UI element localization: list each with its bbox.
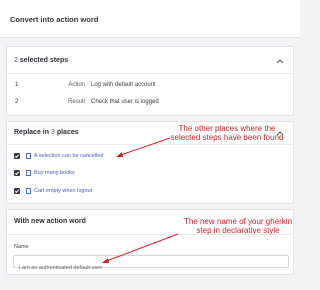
step-row[interactable]: 2 Result Check that user is logged xyxy=(7,99,293,109)
action-word-title: With new action word xyxy=(14,218,86,225)
step-row[interactable]: 1 Action Log with default account xyxy=(7,82,293,92)
selected-steps-panel: 2 selected steps 1 Action Log with defau… xyxy=(6,46,294,116)
name-input[interactable] xyxy=(14,262,288,274)
panel-divider xyxy=(7,144,293,145)
place-checkbox[interactable] xyxy=(14,188,20,194)
document-icon xyxy=(26,169,31,176)
step-index: 1 xyxy=(15,82,19,88)
selected-steps-count: 2 xyxy=(14,57,18,64)
replace-places-title-prefix: Replace in xyxy=(14,129,50,136)
place-link[interactable]: Cart empty when logout xyxy=(34,188,92,194)
place-item: Cart empty when logout xyxy=(7,187,293,197)
place-checkbox[interactable] xyxy=(14,153,20,159)
step-text: Log with default account xyxy=(91,82,156,88)
step-index: 2 xyxy=(15,99,19,105)
document-icon xyxy=(26,187,31,194)
replace-places-title: Replace in 3 places xyxy=(14,129,79,136)
dialog-header: Convert into action word xyxy=(0,0,300,38)
place-link[interactable]: Buy many books xyxy=(34,170,75,176)
document-icon xyxy=(26,152,31,159)
chevron-up-icon[interactable] xyxy=(276,58,284,64)
replace-places-title-suffix: places xyxy=(56,129,79,136)
place-item: Buy many books xyxy=(7,169,293,179)
step-text: Check that user is logged xyxy=(91,99,159,105)
place-link[interactable]: A selection can be cancelled xyxy=(34,153,103,159)
name-field-label: Name xyxy=(14,244,29,250)
name-field[interactable] xyxy=(13,255,289,274)
dialog-title: Convert into action word xyxy=(10,15,99,24)
selected-steps-title-label: selected steps xyxy=(19,57,69,64)
place-checkbox[interactable] xyxy=(14,170,20,176)
step-kind: Result xyxy=(67,99,85,105)
replace-places-count: 3 xyxy=(50,129,55,136)
step-kind: Action xyxy=(68,82,85,88)
places-annotation: The other places where the selected step… xyxy=(170,124,284,142)
selected-steps-title: 2 selected steps xyxy=(14,57,68,64)
place-item: A selection can be cancelled xyxy=(7,152,293,162)
panel-divider xyxy=(7,73,293,74)
name-annotation: The new name of your gherkin step in dec… xyxy=(183,217,293,235)
